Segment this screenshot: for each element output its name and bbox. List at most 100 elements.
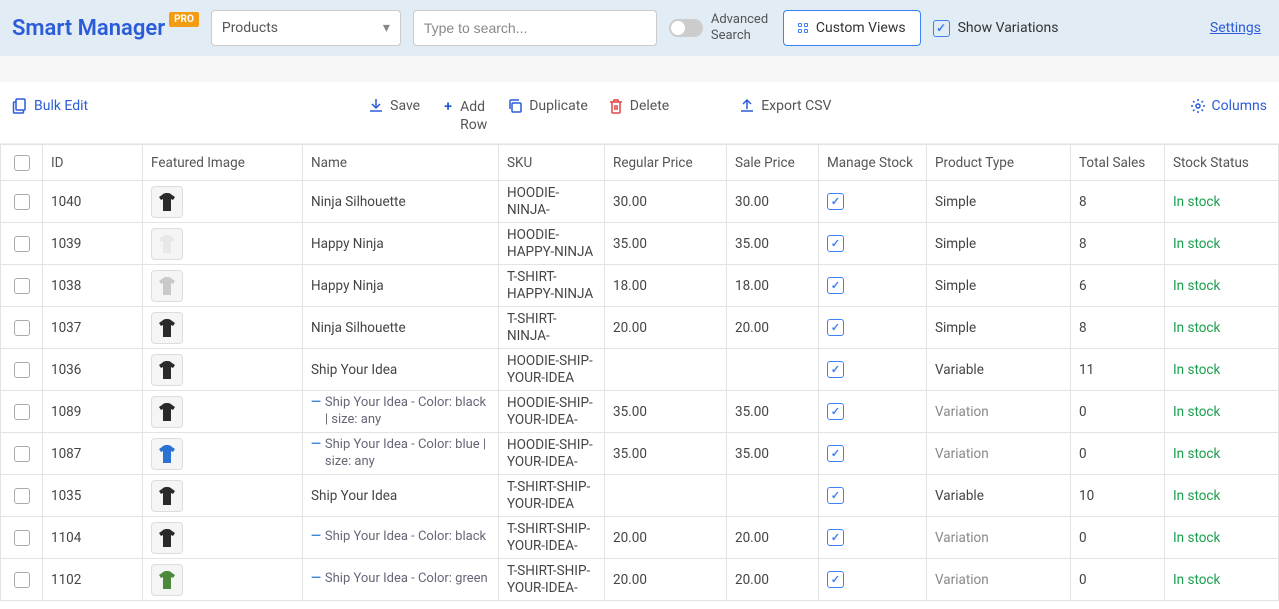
- cell-stock-status[interactable]: In stock: [1165, 433, 1279, 475]
- cell-manage-stock[interactable]: ✓: [819, 349, 927, 391]
- table-row[interactable]: 1036 Ship Your IdeaHOODIE-SHIP-YOUR-IDEA ✓…: [1, 349, 1279, 391]
- checkbox-checked-icon[interactable]: ✓: [827, 529, 844, 546]
- checkbox-checked-icon[interactable]: ✓: [827, 571, 844, 588]
- cell-name[interactable]: —Ship Your Idea - Color: black | size: a…: [303, 391, 499, 433]
- cell-product-type[interactable]: Simple: [927, 223, 1071, 265]
- table-row[interactable]: 1040Ninja SilhouetteHOODIE-NINJA-30.0030…: [1, 181, 1279, 223]
- table-row[interactable]: 1102—Ship Your Idea - Color: greenT-SHIR…: [1, 559, 1279, 601]
- cell-manage-stock[interactable]: ✓: [819, 307, 927, 349]
- cell-regular-price[interactable]: 35.00: [605, 391, 727, 433]
- cell-sku[interactable]: HOODIE-SHIP-YOUR-IDEA: [499, 349, 605, 391]
- cell-name[interactable]: Ninja Silhouette: [303, 181, 499, 223]
- cell-name[interactable]: —Ship Your Idea - Color: green: [303, 559, 499, 601]
- cell-manage-stock[interactable]: ✓: [819, 223, 927, 265]
- cell-featured-image[interactable]: [143, 265, 303, 307]
- checkbox-checked-icon[interactable]: ✓: [827, 403, 844, 420]
- checkbox-checked-icon[interactable]: ✓: [827, 277, 844, 294]
- cell-product-type[interactable]: Variation: [927, 517, 1071, 559]
- cell-sale-price[interactable]: 35.00: [727, 433, 819, 475]
- table-row[interactable]: 1087—Ship Your Idea - Color: blue | size…: [1, 433, 1279, 475]
- cell-product-type[interactable]: Variation: [927, 433, 1071, 475]
- cell-name[interactable]: Ninja Silhouette: [303, 307, 499, 349]
- cell-total-sales[interactable]: 10: [1071, 475, 1165, 517]
- advanced-search-toggle[interactable]: [669, 19, 703, 37]
- checkbox-checked-icon[interactable]: ✓: [827, 235, 844, 252]
- table-row[interactable]: 1035 Ship Your IdeaT-SHIRT-SHIP-YOUR-IDEA…: [1, 475, 1279, 517]
- table-row[interactable]: 1038Happy NinjaT-SHIRT-HAPPY-NINJA18.001…: [1, 265, 1279, 307]
- cell-total-sales[interactable]: 8: [1071, 223, 1165, 265]
- cell-regular-price[interactable]: 35.00: [605, 433, 727, 475]
- col-stock-status[interactable]: Stock Status: [1165, 145, 1279, 181]
- cell-featured-image[interactable]: [143, 433, 303, 475]
- cell-regular-price[interactable]: 20.00: [605, 559, 727, 601]
- cell-sku[interactable]: T-SHIRT-NINJA-: [499, 307, 605, 349]
- cell-id[interactable]: 1035: [43, 475, 143, 517]
- row-checkbox[interactable]: [14, 320, 30, 336]
- cell-featured-image[interactable]: [143, 307, 303, 349]
- row-checkbox[interactable]: [14, 404, 30, 420]
- cell-regular-price[interactable]: 20.00: [605, 517, 727, 559]
- row-checkbox[interactable]: [14, 194, 30, 210]
- cell-sku[interactable]: HOODIE-SHIP-YOUR-IDEA-: [499, 433, 605, 475]
- cell-name[interactable]: Ship Your Idea: [303, 349, 499, 391]
- row-checkbox[interactable]: [14, 362, 30, 378]
- cell-product-type[interactable]: Variation: [927, 559, 1071, 601]
- cell-stock-status[interactable]: In stock: [1165, 181, 1279, 223]
- cell-total-sales[interactable]: 6: [1071, 265, 1165, 307]
- col-product-type[interactable]: Product Type: [927, 145, 1071, 181]
- cell-stock-status[interactable]: In stock: [1165, 517, 1279, 559]
- cell-total-sales[interactable]: 0: [1071, 559, 1165, 601]
- select-all-header[interactable]: [1, 145, 43, 181]
- cell-manage-stock[interactable]: ✓: [819, 475, 927, 517]
- col-regular-price[interactable]: Regular Price: [605, 145, 727, 181]
- show-variations-checkbox[interactable]: ✓ Show Variations: [933, 20, 1059, 37]
- cell-stock-status[interactable]: In stock: [1165, 475, 1279, 517]
- save-button[interactable]: Save: [368, 98, 420, 114]
- cell-sku[interactable]: T-SHIRT-SHIP-YOUR-IDEA-: [499, 517, 605, 559]
- cell-product-type[interactable]: Simple: [927, 265, 1071, 307]
- table-row[interactable]: 1037Ninja SilhouetteT-SHIRT-NINJA-20.002…: [1, 307, 1279, 349]
- cell-featured-image[interactable]: [143, 223, 303, 265]
- cell-manage-stock[interactable]: ✓: [819, 559, 927, 601]
- cell-regular-price[interactable]: [605, 349, 727, 391]
- cell-regular-price[interactable]: 20.00: [605, 307, 727, 349]
- checkbox-checked-icon[interactable]: ✓: [827, 319, 844, 336]
- row-checkbox[interactable]: [14, 530, 30, 546]
- search-box[interactable]: [413, 10, 657, 46]
- cell-sale-price[interactable]: [727, 349, 819, 391]
- cell-sku[interactable]: T-SHIRT-SHIP-YOUR-IDEA: [499, 475, 605, 517]
- cell-product-type[interactable]: Simple: [927, 181, 1071, 223]
- cell-sale-price[interactable]: [727, 475, 819, 517]
- cell-id[interactable]: 1036: [43, 349, 143, 391]
- cell-stock-status[interactable]: In stock: [1165, 349, 1279, 391]
- cell-regular-price[interactable]: [605, 475, 727, 517]
- search-input[interactable]: [424, 20, 646, 36]
- cell-product-type[interactable]: Variable: [927, 349, 1071, 391]
- col-sale-price[interactable]: Sale Price: [727, 145, 819, 181]
- duplicate-button[interactable]: Duplicate: [507, 98, 588, 114]
- cell-id[interactable]: 1040: [43, 181, 143, 223]
- cell-total-sales[interactable]: 0: [1071, 391, 1165, 433]
- cell-sku[interactable]: HOODIE-SHIP-YOUR-IDEA-: [499, 391, 605, 433]
- cell-manage-stock[interactable]: ✓: [819, 265, 927, 307]
- cell-sale-price[interactable]: 30.00: [727, 181, 819, 223]
- cell-stock-status[interactable]: In stock: [1165, 391, 1279, 433]
- checkbox-checked-icon[interactable]: ✓: [827, 445, 844, 462]
- cell-regular-price[interactable]: 35.00: [605, 223, 727, 265]
- cell-product-type[interactable]: Simple: [927, 307, 1071, 349]
- checkbox-checked-icon[interactable]: ✓: [827, 361, 844, 378]
- cell-featured-image[interactable]: [143, 181, 303, 223]
- cell-sku[interactable]: HOODIE-HAPPY-NINJA: [499, 223, 605, 265]
- cell-sale-price[interactable]: 20.00: [727, 517, 819, 559]
- row-checkbox[interactable]: [14, 488, 30, 504]
- cell-sale-price[interactable]: 18.00: [727, 265, 819, 307]
- cell-featured-image[interactable]: [143, 517, 303, 559]
- cell-manage-stock[interactable]: ✓: [819, 433, 927, 475]
- cell-total-sales[interactable]: 0: [1071, 433, 1165, 475]
- col-featured-image[interactable]: Featured Image: [143, 145, 303, 181]
- cell-id[interactable]: 1038: [43, 265, 143, 307]
- cell-product-type[interactable]: Variable: [927, 475, 1071, 517]
- cell-name[interactable]: Ship Your Idea: [303, 475, 499, 517]
- cell-stock-status[interactable]: In stock: [1165, 223, 1279, 265]
- cell-sale-price[interactable]: 35.00: [727, 223, 819, 265]
